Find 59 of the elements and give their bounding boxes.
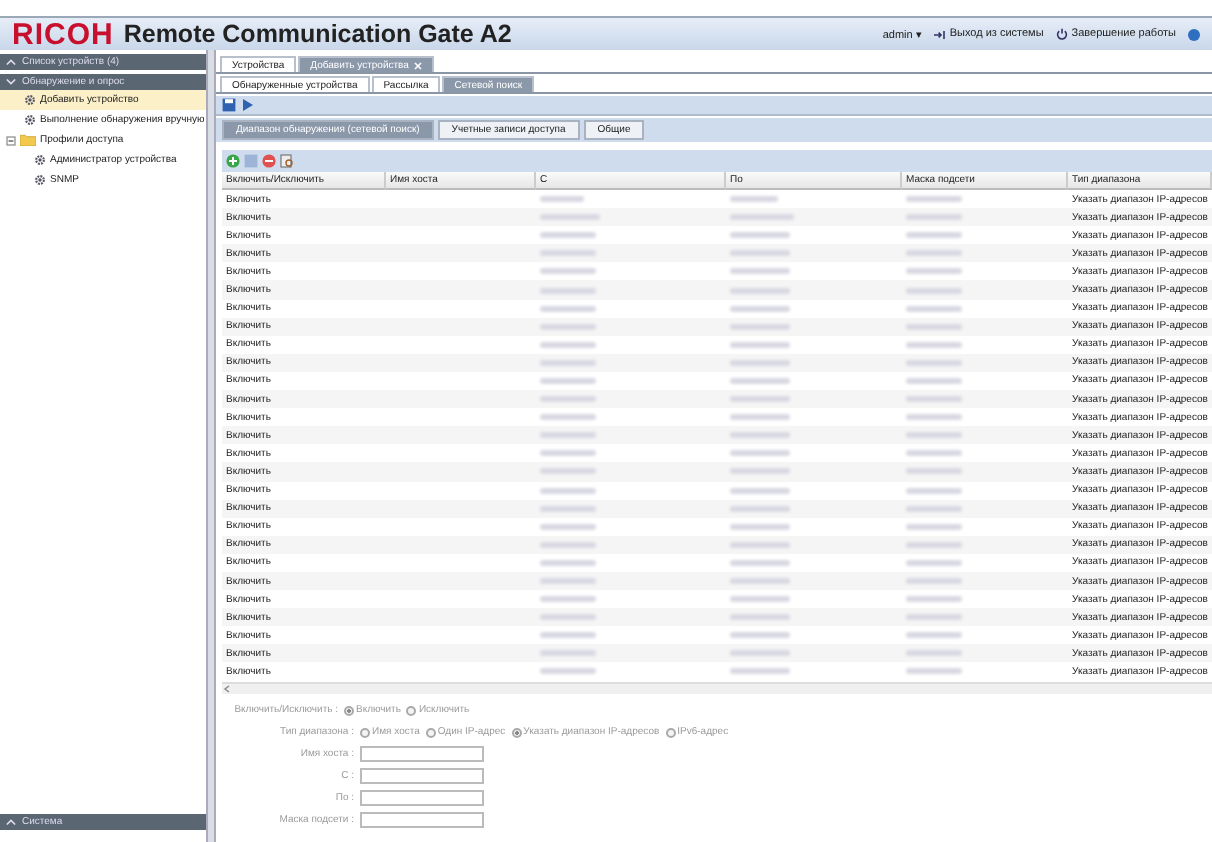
blurred-value — [540, 596, 596, 603]
logout-icon — [933, 29, 946, 39]
blurred-value — [540, 487, 596, 494]
blurred-value — [906, 596, 962, 603]
blurred-value — [906, 450, 962, 457]
blurred-value — [730, 232, 790, 239]
blurred-value — [540, 196, 584, 203]
blurred-value — [906, 559, 962, 566]
blurred-value — [730, 305, 790, 312]
import-icon[interactable] — [280, 154, 294, 168]
blurred-value — [540, 268, 596, 275]
blurred-value — [906, 487, 962, 494]
logo: RICOH — [12, 17, 114, 51]
blurred-value — [906, 268, 962, 275]
collapse-icon[interactable] — [6, 135, 16, 145]
blurred-value — [540, 523, 596, 530]
play-icon[interactable] — [242, 98, 254, 112]
blurred-value — [906, 341, 962, 348]
blurred-value — [540, 559, 596, 566]
blurred-value — [540, 414, 596, 421]
delete-icon[interactable] — [262, 154, 276, 168]
blurred-value — [906, 414, 962, 421]
close-icon[interactable] — [414, 61, 423, 69]
blurred-value — [540, 450, 596, 457]
blurred-value — [906, 523, 962, 530]
blurred-value — [730, 377, 790, 384]
blurred-value — [730, 559, 790, 566]
blurred-value — [730, 632, 790, 639]
blurred-value — [730, 596, 790, 603]
chevron-up-icon — [6, 818, 16, 826]
blurred-value — [730, 414, 790, 421]
scroll-left-icon[interactable] — [222, 683, 232, 694]
help-icon[interactable] — [1188, 27, 1200, 41]
add-icon[interactable] — [226, 154, 240, 168]
blurred-value — [540, 341, 596, 348]
chevron-up-icon — [6, 58, 16, 66]
blurred-value — [906, 632, 962, 639]
power-icon — [1055, 28, 1068, 40]
blurred-value — [730, 268, 790, 275]
blurred-value — [540, 632, 596, 639]
blurred-value — [730, 487, 790, 494]
blurred-value — [730, 523, 790, 530]
save-icon[interactable] — [222, 98, 236, 112]
blurred-value — [906, 668, 962, 675]
blurred-value — [906, 305, 962, 312]
blurred-value — [540, 232, 596, 239]
blurred-value — [540, 668, 596, 675]
folder-icon — [20, 134, 36, 146]
blurred-value — [730, 196, 778, 203]
blurred-value — [540, 305, 596, 312]
chevron-down-icon — [6, 78, 16, 86]
blurred-value — [730, 668, 790, 675]
blurred-value — [906, 377, 962, 384]
blurred-value — [730, 341, 790, 348]
app-title: Remote Communication Gate A2 — [123, 20, 512, 48]
blurred-value — [906, 196, 962, 203]
blurred-value — [540, 377, 596, 384]
blurred-value — [730, 450, 790, 457]
blurred-value — [906, 232, 962, 239]
